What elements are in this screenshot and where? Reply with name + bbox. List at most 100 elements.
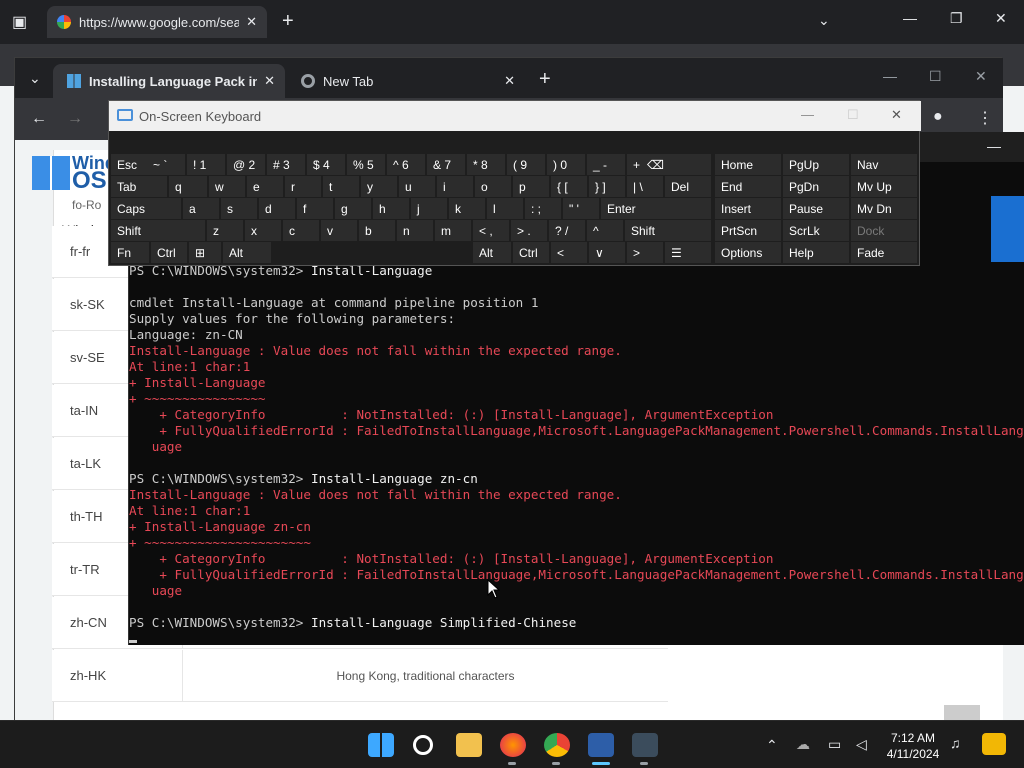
firefox-icon[interactable]: [500, 733, 526, 757]
osk-key[interactable]: " ': [563, 198, 599, 219]
osk-nav-key[interactable]: Pause: [783, 198, 849, 219]
osk-nav-key[interactable]: ScrLk: [783, 220, 849, 241]
close-tab-icon[interactable]: ✕: [264, 73, 275, 89]
close-window-button[interactable]: ✕: [891, 107, 902, 123]
osk-key[interactable]: s: [221, 198, 257, 219]
chrome-icon[interactable]: [544, 733, 570, 757]
osk-key[interactable]: % 5: [347, 154, 385, 175]
maximize-button[interactable]: ☐: [929, 68, 942, 85]
osk-key[interactable]: ( 9: [507, 154, 545, 175]
osk-key[interactable]: x: [245, 220, 281, 241]
osk-key[interactable]: ☰: [665, 242, 711, 263]
close-window-button[interactable]: ✕: [995, 10, 1007, 27]
osk-key[interactable]: r: [285, 176, 321, 197]
osk-key[interactable]: : ;: [525, 198, 561, 219]
osk-key[interactable]: c: [283, 220, 319, 241]
osk-nav-key[interactable]: Dock: [851, 220, 917, 241]
osk-nav-key[interactable]: Help: [783, 242, 849, 263]
osk-nav-key[interactable]: Fade: [851, 242, 917, 263]
minimize-button[interactable]: —: [987, 138, 1001, 154]
osk-key[interactable]: v: [321, 220, 357, 241]
osk-key[interactable]: ~ `: [147, 154, 185, 175]
tab-search-icon[interactable]: ⌄: [29, 70, 41, 87]
system-clock[interactable]: 7:12 AM 4/11/2024: [882, 730, 944, 762]
profile-icon[interactable]: ●: [933, 108, 943, 126]
tab-new-tab[interactable]: New Tab ✕: [287, 64, 523, 98]
file-explorer-icon[interactable]: [456, 733, 482, 757]
osk-nav-key[interactable]: Options: [715, 242, 781, 263]
notification-bell-icon[interactable]: ♫: [950, 735, 961, 751]
osk-key[interactable]: m: [435, 220, 471, 241]
chevron-up-icon[interactable]: ⌃: [766, 737, 778, 754]
osk-key[interactable]: g: [335, 198, 371, 219]
tab-installing-language-pack[interactable]: Installing Language Pack in W... ✕: [53, 64, 285, 98]
osk-key[interactable]: z: [207, 220, 243, 241]
osk-key[interactable]: ) 0: [547, 154, 585, 175]
new-tab-button[interactable]: +: [539, 68, 551, 91]
osk-key[interactable]: Esc: [111, 154, 147, 175]
osk-key[interactable]: ^: [587, 220, 623, 241]
minimize-button[interactable]: —: [883, 68, 897, 84]
tab-search-icon[interactable]: ▣: [12, 12, 27, 32]
osk-key[interactable]: ⌫: [641, 154, 711, 175]
copilot-icon[interactable]: [982, 733, 1006, 755]
back-arrow-icon[interactable]: ←: [31, 110, 47, 128]
osk-key[interactable]: e: [247, 176, 283, 197]
osk-nav-key[interactable]: Insert: [715, 198, 781, 219]
osk-key[interactable]: d: [259, 198, 295, 219]
osk-key[interactable]: <: [551, 242, 587, 263]
osk-key[interactable]: n: [397, 220, 433, 241]
osk-key[interactable]: w: [209, 176, 245, 197]
osk-nav-key[interactable]: Nav: [851, 154, 917, 175]
osk-key[interactable]: & 7: [427, 154, 465, 175]
osk-key[interactable]: Shift: [111, 220, 205, 241]
osk-key[interactable]: } ]: [589, 176, 625, 197]
osk-key[interactable]: { [: [551, 176, 587, 197]
osk-key[interactable]: >: [627, 242, 663, 263]
terminal-icon[interactable]: [632, 733, 658, 757]
minimize-button[interactable]: —: [903, 10, 917, 26]
osk-key[interactable]: l: [487, 198, 523, 219]
close-tab-icon[interactable]: ✕: [504, 73, 515, 89]
search-icon[interactable]: [413, 735, 433, 755]
powershell-icon[interactable]: [588, 733, 614, 757]
osk-key[interactable]: j: [411, 198, 447, 219]
osk-key[interactable]: Tab: [111, 176, 167, 197]
osk-key[interactable]: Ctrl: [513, 242, 549, 263]
background-tab[interactable]: https://www.google.com/sear... ✕: [47, 6, 267, 38]
osk-key[interactable]: k: [449, 198, 485, 219]
osk-key[interactable]: y: [361, 176, 397, 197]
minimize-button[interactable]: —: [801, 107, 814, 122]
display-icon[interactable]: ▭: [828, 736, 841, 753]
terminal-output[interactable]: PS C:\WINDOWS\system32> Install-Language…: [129, 263, 1024, 631]
osk-key[interactable]: u: [399, 176, 435, 197]
osk-key[interactable]: p: [513, 176, 549, 197]
osk-key[interactable]: Alt: [473, 242, 511, 263]
osk-key[interactable]: Enter: [601, 198, 711, 219]
osk-key[interactable]: * 8: [467, 154, 505, 175]
osk-key[interactable]: > .: [511, 220, 547, 241]
close-tab-icon[interactable]: ✕: [246, 14, 257, 30]
start-icon[interactable]: [368, 733, 394, 757]
osk-key[interactable]: Caps: [111, 198, 181, 219]
new-tab-button[interactable]: +: [282, 10, 294, 33]
close-window-button[interactable]: ✕: [975, 68, 987, 85]
osk-nav-key[interactable]: PrtScn: [715, 220, 781, 241]
osk-key[interactable]: ⊞: [189, 242, 221, 263]
volume-icon[interactable]: ◁: [856, 736, 867, 753]
maximize-button[interactable]: ☐: [847, 107, 859, 123]
osk-key[interactable]: | \: [627, 176, 663, 197]
osk-key[interactable]: f: [297, 198, 333, 219]
osk-key[interactable]: # 3: [267, 154, 305, 175]
osk-nav-key[interactable]: Mv Up: [851, 176, 917, 197]
osk-key[interactable]: q: [169, 176, 207, 197]
osk-key[interactable]: < ,: [473, 220, 509, 241]
osk-key[interactable]: $ 4: [307, 154, 345, 175]
osk-key[interactable]: Fn: [111, 242, 149, 263]
osk-key[interactable]: i: [437, 176, 473, 197]
osk-key[interactable]: h: [373, 198, 409, 219]
osk-key[interactable]: ! 1: [187, 154, 225, 175]
osk-nav-key[interactable]: PgUp: [783, 154, 849, 175]
more-menu-icon[interactable]: ⋮: [977, 108, 993, 128]
osk-key[interactable]: o: [475, 176, 511, 197]
